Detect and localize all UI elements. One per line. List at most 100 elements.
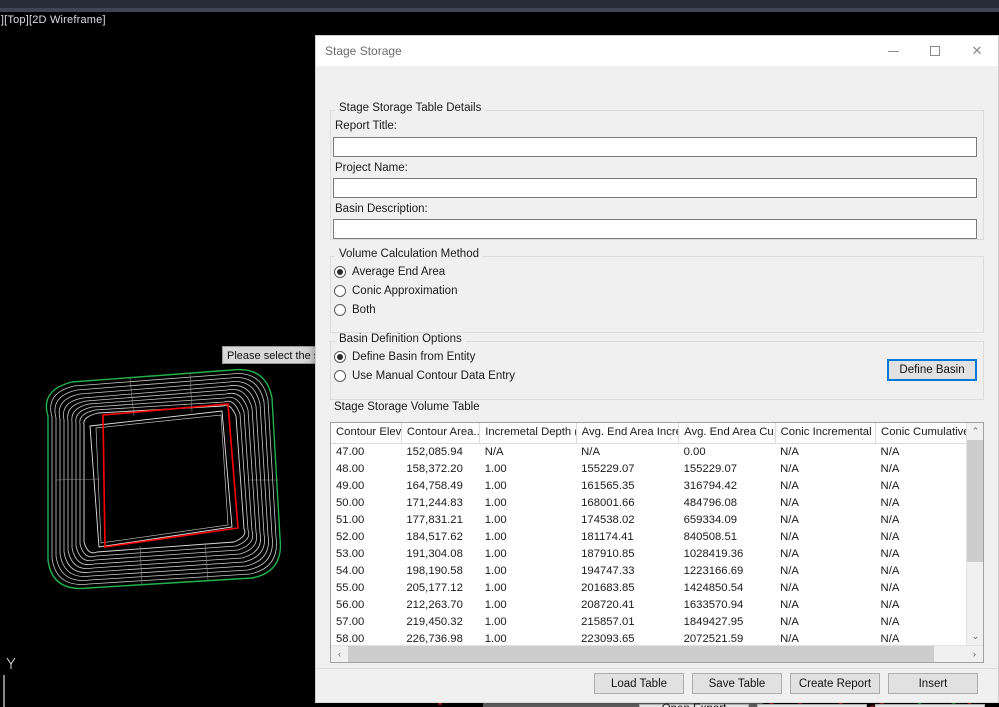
scroll-down-icon[interactable]: ⌄ — [967, 628, 983, 645]
table-cell[interactable]: 212,263.70 — [401, 597, 479, 614]
table-cell[interactable]: 158,372.20 — [401, 461, 479, 478]
table-cell[interactable]: 1.00 — [480, 512, 576, 529]
table-column-header[interactable]: Conic Incremental V... — [775, 423, 875, 443]
table-cell[interactable]: 659334.09 — [679, 512, 775, 529]
table-cell[interactable]: N/A — [876, 495, 966, 512]
radio-both[interactable]: Both — [334, 304, 376, 316]
table-cell[interactable]: 155229.07 — [576, 461, 678, 478]
table-cell[interactable]: N/A — [876, 614, 966, 631]
table-cell[interactable]: 1.00 — [480, 546, 576, 563]
table-cell[interactable]: 201683.85 — [576, 580, 678, 597]
table-cell[interactable]: 1.00 — [480, 461, 576, 478]
table-cell[interactable]: 47.00 — [331, 443, 401, 461]
table-cell[interactable]: N/A — [775, 546, 875, 563]
radio-use-manual-contour-data-entry[interactable]: Use Manual Contour Data Entry — [334, 370, 515, 382]
table-cell[interactable]: 484796.08 — [679, 495, 775, 512]
table-cell[interactable]: 49.00 — [331, 478, 401, 495]
table-cell[interactable]: N/A — [876, 563, 966, 580]
table-cell[interactable]: N/A — [775, 580, 875, 597]
table-cell[interactable]: N/A — [876, 597, 966, 614]
table-cell[interactable]: 152,085.94 — [401, 443, 479, 461]
table-cell[interactable]: 191,304.08 — [401, 546, 479, 563]
table-cell[interactable]: N/A — [775, 512, 875, 529]
table-column-header[interactable]: Contour Elev... — [331, 423, 401, 443]
table-row[interactable]: 57.00219,450.321.00215857.011849427.95N/… — [331, 614, 966, 631]
action-save-table-button[interactable]: Save Table — [692, 673, 782, 694]
minimize-icon[interactable] — [872, 36, 914, 66]
maximize-icon[interactable] — [914, 36, 956, 66]
table-cell[interactable]: 53.00 — [331, 546, 401, 563]
table-cell[interactable]: N/A — [876, 580, 966, 597]
table-cell[interactable]: N/A — [876, 631, 966, 646]
viewport-view-label[interactable]: -][Top][2D Wireframe] — [0, 14, 106, 26]
radio-conic-approximation[interactable]: Conic Approximation — [334, 285, 457, 297]
table-cell[interactable]: 1.00 — [480, 614, 576, 631]
table-column-header[interactable]: Conic Cumulative . — [876, 423, 966, 443]
table-cell[interactable]: 48.00 — [331, 461, 401, 478]
table-row[interactable]: 47.00152,085.94N/AN/A0.00N/AN/A — [331, 443, 966, 461]
table-cell[interactable]: N/A — [876, 529, 966, 546]
table-cell[interactable]: N/A — [876, 546, 966, 563]
radio-define-basin-from-entity[interactable]: Define Basin from Entity — [334, 351, 475, 363]
table-row[interactable]: 53.00191,304.081.00187910.851028419.36N/… — [331, 546, 966, 563]
table-row[interactable]: 54.00198,190.581.00194747.331223166.69N/… — [331, 563, 966, 580]
table-cell[interactable]: N/A — [775, 614, 875, 631]
table-column-header[interactable]: Contour Area... — [401, 423, 479, 443]
table-cell[interactable]: N/A — [775, 597, 875, 614]
table-column-header[interactable]: Avg. End Area Cu... — [679, 423, 775, 443]
table-cell[interactable]: 1028419.36 — [679, 546, 775, 563]
table-cell[interactable]: 208720.41 — [576, 597, 678, 614]
table-column-header[interactable]: Incremetal Depth (ft) — [480, 423, 576, 443]
table-cell[interactable]: N/A — [775, 478, 875, 495]
table-cell[interactable]: 50.00 — [331, 495, 401, 512]
table-cell[interactable]: 226,736.98 — [401, 631, 479, 646]
table-cell[interactable]: N/A — [775, 563, 875, 580]
table-row[interactable]: 56.00212,263.701.00208720.411633570.94N/… — [331, 597, 966, 614]
table-row[interactable]: 52.00184,517.621.00181174.41840508.51N/A… — [331, 529, 966, 546]
basin-description-input[interactable] — [333, 219, 977, 239]
table-cell[interactable]: 177,831.21 — [401, 512, 479, 529]
table-cell[interactable]: 1.00 — [480, 478, 576, 495]
table-cell[interactable]: 205,177.12 — [401, 580, 479, 597]
table-cell[interactable]: 316794.42 — [679, 478, 775, 495]
table-cell[interactable]: 58.00 — [331, 631, 401, 646]
table-cell[interactable]: 1.00 — [480, 529, 576, 546]
table-cell[interactable]: 55.00 — [331, 580, 401, 597]
vertical-scrollbar-track[interactable] — [967, 562, 983, 628]
table-cell[interactable]: 223093.65 — [576, 631, 678, 646]
vertical-scrollbar[interactable]: ⌃ ⌄ — [966, 423, 983, 645]
table-cell[interactable]: N/A — [876, 443, 966, 461]
table-cell[interactable]: N/A — [775, 631, 875, 646]
table-cell[interactable]: 1.00 — [480, 495, 576, 512]
table-cell[interactable]: 1.00 — [480, 580, 576, 597]
project-name-input[interactable] — [333, 178, 977, 198]
table-row[interactable]: 58.00226,736.981.00223093.652072521.59N/… — [331, 631, 966, 646]
table-cell[interactable]: 2072521.59 — [679, 631, 775, 646]
scroll-right-icon[interactable]: › — [966, 646, 983, 663]
table-cell[interactable]: N/A — [876, 478, 966, 495]
table-row[interactable]: 49.00164,758.491.00161565.35316794.42N/A… — [331, 478, 966, 495]
table-row[interactable]: 55.00205,177.121.00201683.851424850.54N/… — [331, 580, 966, 597]
table-cell[interactable]: 164,758.49 — [401, 478, 479, 495]
table-cell[interactable]: 0.00 — [679, 443, 775, 461]
table-cell[interactable]: 174538.02 — [576, 512, 678, 529]
close-icon[interactable]: ✕ — [956, 36, 998, 66]
table-cell[interactable]: 215857.01 — [576, 614, 678, 631]
action-create-report-button[interactable]: Create Report — [790, 673, 880, 694]
table-cell[interactable]: 1.00 — [480, 597, 576, 614]
table-cell[interactable]: 1849427.95 — [679, 614, 775, 631]
table-column-header[interactable]: Avg. End Area Incre... — [576, 423, 678, 443]
table-cell[interactable]: 840508.51 — [679, 529, 775, 546]
table-cell[interactable]: 1633570.94 — [679, 597, 775, 614]
table-cell[interactable]: 57.00 — [331, 614, 401, 631]
table-cell[interactable]: 1.00 — [480, 563, 576, 580]
table-row[interactable]: 50.00171,244.831.00168001.66484796.08N/A… — [331, 495, 966, 512]
table-cell[interactable]: 1424850.54 — [679, 580, 775, 597]
table-cell[interactable]: 52.00 — [331, 529, 401, 546]
table-cell[interactable]: 168001.66 — [576, 495, 678, 512]
horizontal-scrollbar-thumb[interactable] — [348, 646, 934, 663]
table-cell[interactable]: N/A — [775, 529, 875, 546]
table-cell[interactable]: N/A — [775, 495, 875, 512]
table-cell[interactable]: 171,244.83 — [401, 495, 479, 512]
table-cell[interactable]: 54.00 — [331, 563, 401, 580]
